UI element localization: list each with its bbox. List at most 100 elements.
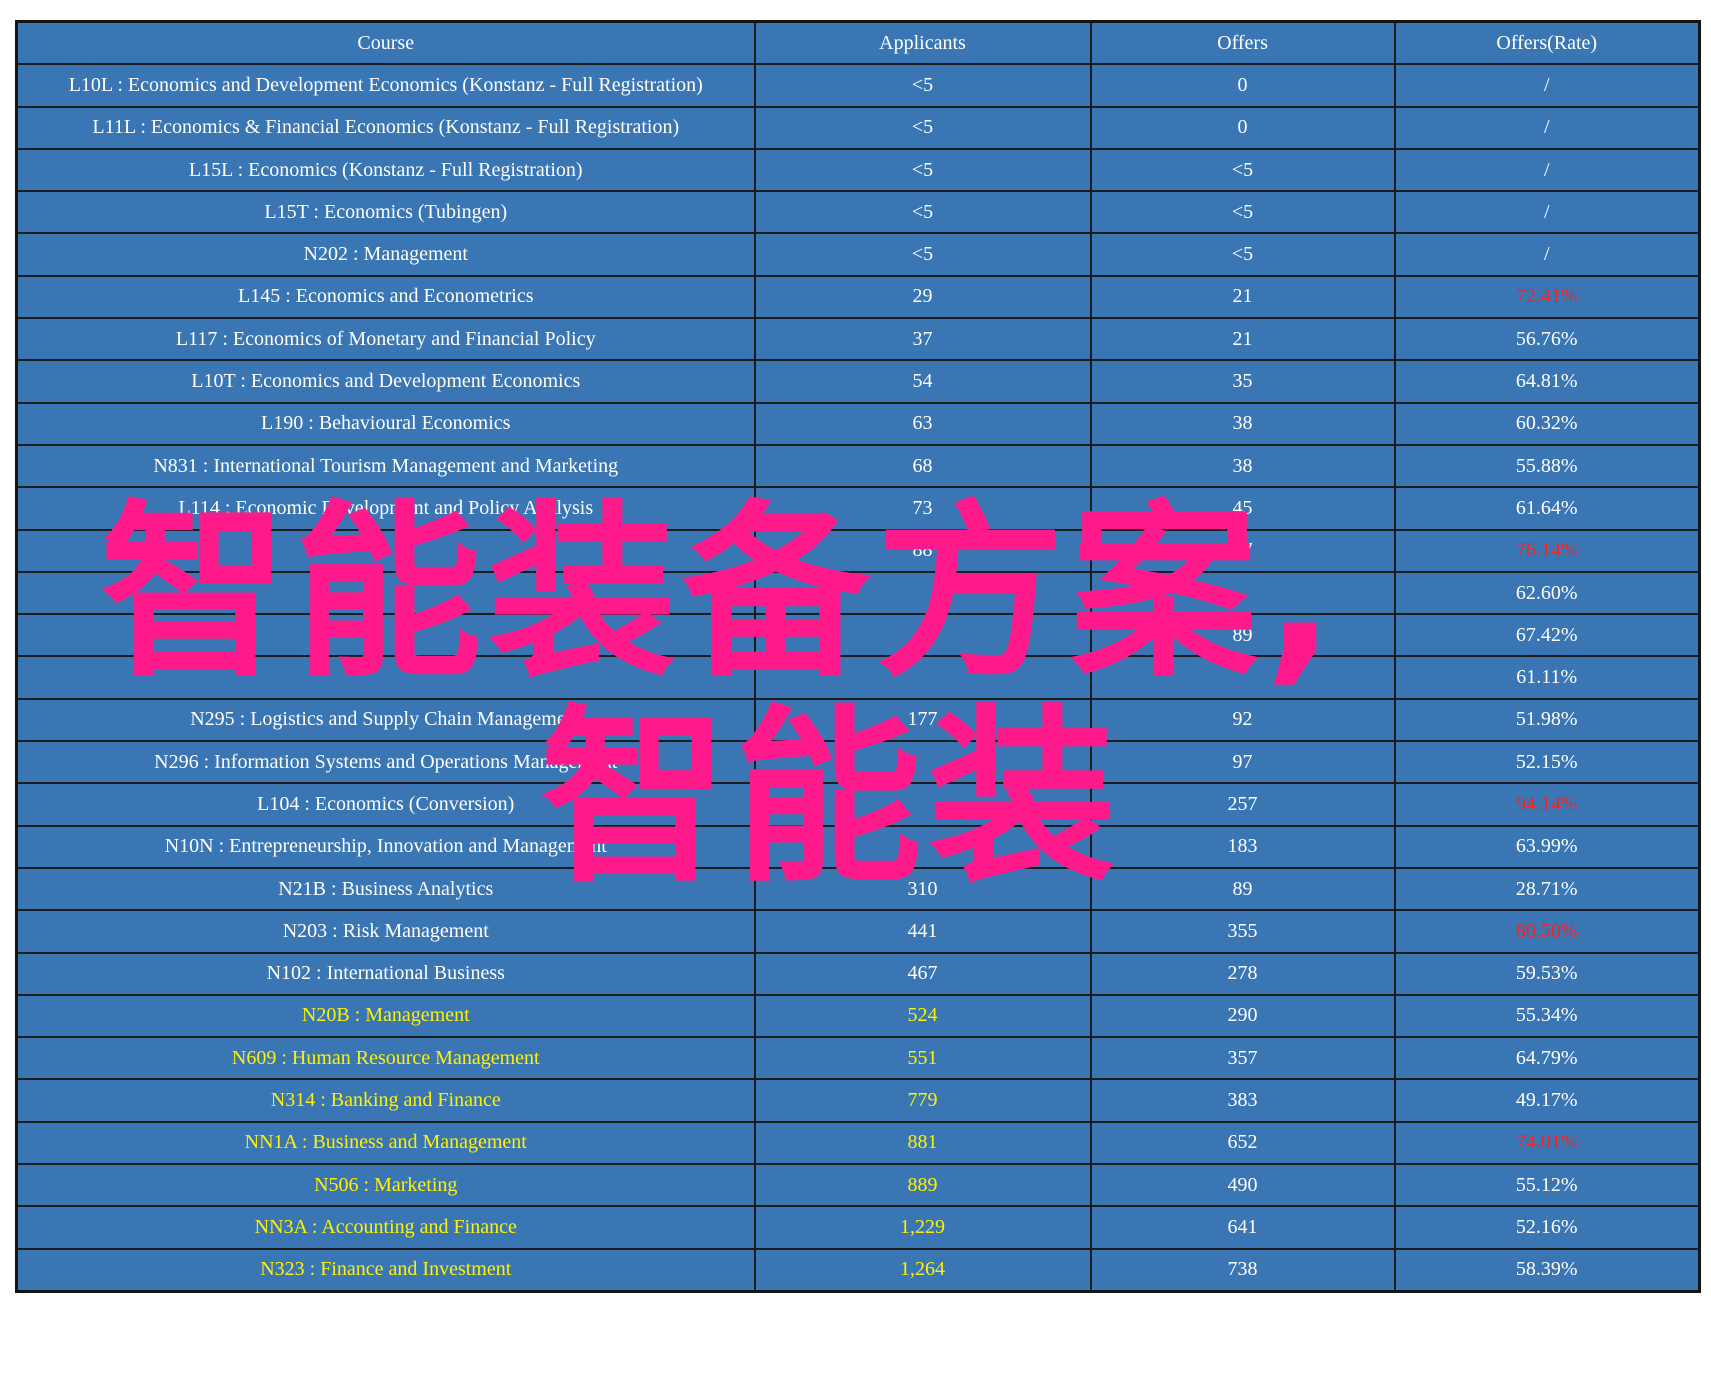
course-cell: N296 : Information Systems and Operation… bbox=[15, 740, 756, 785]
applicants-cell: <5 bbox=[753, 190, 1092, 235]
table-header-row: Course Applicants Offers Offers(Rate) bbox=[15, 20, 1701, 66]
offers-rate-cell: / bbox=[1393, 190, 1701, 235]
offers-cell: <5 bbox=[1089, 190, 1396, 235]
header-offers: Offers bbox=[1089, 20, 1396, 66]
offers-rate-cell: 72.41% bbox=[1393, 274, 1701, 320]
offers-rate-cell: 80.50% bbox=[1393, 909, 1701, 954]
table-row: N21B : Business Analytics 310 89 28.71% bbox=[15, 866, 1701, 912]
course-cell: N295 : Logistics and Supply Chain Manage… bbox=[15, 697, 756, 743]
table-row: N202 : Management <5 <5/ bbox=[15, 232, 1701, 277]
table-row: L114 : Economic Development and Policy A… bbox=[15, 486, 1701, 531]
table-row: L11L : Economics & Financial Economics (… bbox=[15, 105, 1701, 150]
offers-rate-cell: 58.39% bbox=[1393, 1247, 1701, 1293]
offers-rate-cell: 55.88% bbox=[1393, 443, 1701, 489]
offers-cell: 652 bbox=[1089, 1120, 1396, 1166]
course-cell bbox=[15, 570, 756, 616]
offers-rate-cell: 74.01% bbox=[1393, 1120, 1701, 1166]
applicants-cell: 889 bbox=[753, 1163, 1092, 1208]
course-cell: N21B : Business Analytics bbox=[15, 866, 756, 912]
offers-cell: 290 bbox=[1089, 993, 1396, 1039]
table-row: L104 : Economics (Conversion) 257 94.14% bbox=[15, 782, 1701, 827]
table-row: L15T : Economics (Tubingen) <5 <5/ bbox=[15, 190, 1701, 235]
course-cell: N203 : Risk Management bbox=[15, 909, 756, 954]
offers-cell bbox=[1089, 655, 1396, 700]
offers-rate-cell: 64.79% bbox=[1393, 1036, 1701, 1081]
applicants-cell: 54 bbox=[753, 359, 1092, 404]
offers-cell: 183 bbox=[1089, 824, 1396, 869]
course-cell: L15L : Economics (Konstanz - Full Regist… bbox=[15, 147, 756, 193]
applicants-cell: 37 bbox=[753, 317, 1092, 362]
offers-cell: 67 bbox=[1089, 528, 1396, 573]
offers-rate-cell: 55.12% bbox=[1393, 1163, 1701, 1208]
table-body: L10L : Economics and Development Economi… bbox=[15, 63, 1701, 1293]
applicants-cell: 68 bbox=[753, 443, 1092, 489]
offers-cell: 97 bbox=[1089, 740, 1396, 785]
offers-rate-cell: / bbox=[1393, 63, 1701, 108]
offers-cell: 21 bbox=[1089, 317, 1396, 362]
course-cell bbox=[15, 528, 756, 573]
course-cell: NN1A : Business and Management bbox=[15, 1120, 756, 1166]
course-offers-table: Course Applicants Offers Offers(Rate) L1… bbox=[15, 20, 1701, 1293]
offers-rate-cell: 64.81% bbox=[1393, 359, 1701, 404]
course-cell: L190 : Behavioural Economics bbox=[15, 401, 756, 446]
course-cell: NN3A : Accounting and Finance bbox=[15, 1205, 756, 1250]
table-row: N102 : International Business 467 278 59.53… bbox=[15, 951, 1701, 996]
applicants-cell: <5 bbox=[753, 147, 1092, 193]
course-cell bbox=[15, 613, 756, 658]
offers-rate-cell: 60.32% bbox=[1393, 401, 1701, 446]
applicants-cell: 524 bbox=[753, 993, 1092, 1039]
offers-rate-cell: 51.98% bbox=[1393, 697, 1701, 743]
table-row: L190 : Behavioural Economics 63 38 60.32% bbox=[15, 401, 1701, 446]
offers-rate-cell: 56.76% bbox=[1393, 317, 1701, 362]
table-row: 89 67.42% bbox=[15, 613, 1701, 658]
offers-cell: 257 bbox=[1089, 782, 1396, 827]
offers-rate-cell: / bbox=[1393, 147, 1701, 193]
table-row: NN3A : Accounting and Finance 1,229 641 52.… bbox=[15, 1205, 1701, 1250]
applicants-cell: 63 bbox=[753, 401, 1092, 446]
table-row: 88 67 76.14% bbox=[15, 528, 1701, 573]
offers-cell: 383 bbox=[1089, 1078, 1396, 1123]
offers-cell: 45 bbox=[1089, 486, 1396, 531]
course-cell: N314 : Banking and Finance bbox=[15, 1078, 756, 1123]
offers-rate-cell: 49.17% bbox=[1393, 1078, 1701, 1123]
course-cell: L15T : Economics (Tubingen) bbox=[15, 190, 756, 235]
offers-cell: 92 bbox=[1089, 697, 1396, 743]
table-row: N314 : Banking and Finance 779 383 49.17% bbox=[15, 1078, 1701, 1123]
applicants-cell: 177 bbox=[753, 697, 1092, 743]
offers-rate-cell: / bbox=[1393, 105, 1701, 150]
course-cell: N10N : Entrepreneurship, Innovation and … bbox=[15, 824, 756, 869]
offers-rate-cell: 63.99% bbox=[1393, 824, 1701, 869]
course-cell: L117 : Economics of Monetary and Financi… bbox=[15, 317, 756, 362]
applicants-cell: 88 bbox=[753, 528, 1092, 573]
offers-cell: 89 bbox=[1089, 866, 1396, 912]
offers-cell: 38 bbox=[1089, 401, 1396, 446]
table-row: N506 : Marketing 889 490 55.12% bbox=[15, 1163, 1701, 1208]
applicants-cell bbox=[753, 824, 1092, 869]
offers-cell: 641 bbox=[1089, 1205, 1396, 1250]
table-row: L145 : Economics and Econometrics 29 21 72.… bbox=[15, 274, 1701, 320]
offers-rate-cell: 94.14% bbox=[1393, 782, 1701, 827]
course-cell: N506 : Marketing bbox=[15, 1163, 756, 1208]
course-cell: N202 : Management bbox=[15, 232, 756, 277]
course-table-container: Course Applicants Offers Offers(Rate) L1… bbox=[15, 20, 1701, 1293]
table-row: N203 : Risk Management 441 355 80.50% bbox=[15, 909, 1701, 954]
offers-rate-cell: 61.11% bbox=[1393, 655, 1701, 700]
applicants-cell: 441 bbox=[753, 909, 1092, 954]
applicants-cell bbox=[753, 740, 1092, 785]
table-row: L117 : Economics of Monetary and Financi… bbox=[15, 317, 1701, 362]
offers-cell: 357 bbox=[1089, 1036, 1396, 1081]
offers-cell: 89 bbox=[1089, 613, 1396, 658]
applicants-cell: 310 bbox=[753, 866, 1092, 912]
offers-rate-cell: 62.60% bbox=[1393, 570, 1701, 616]
course-cell: L10L : Economics and Development Economi… bbox=[15, 63, 756, 108]
table-row: N609 : Human Resource Management 551 357 64… bbox=[15, 1036, 1701, 1081]
offers-rate-cell: / bbox=[1393, 232, 1701, 277]
table-row: N295 : Logistics and Supply Chain Manage… bbox=[15, 697, 1701, 743]
course-cell: N20B : Management bbox=[15, 993, 756, 1039]
applicants-cell: 1,229 bbox=[753, 1205, 1092, 1250]
applicants-cell: 779 bbox=[753, 1078, 1092, 1123]
header-applicants: Applicants bbox=[753, 20, 1092, 66]
table-row: 61.11% bbox=[15, 655, 1701, 700]
course-cell: N323 : Finance and Investment bbox=[15, 1247, 756, 1293]
applicants-cell: <5 bbox=[753, 63, 1092, 108]
